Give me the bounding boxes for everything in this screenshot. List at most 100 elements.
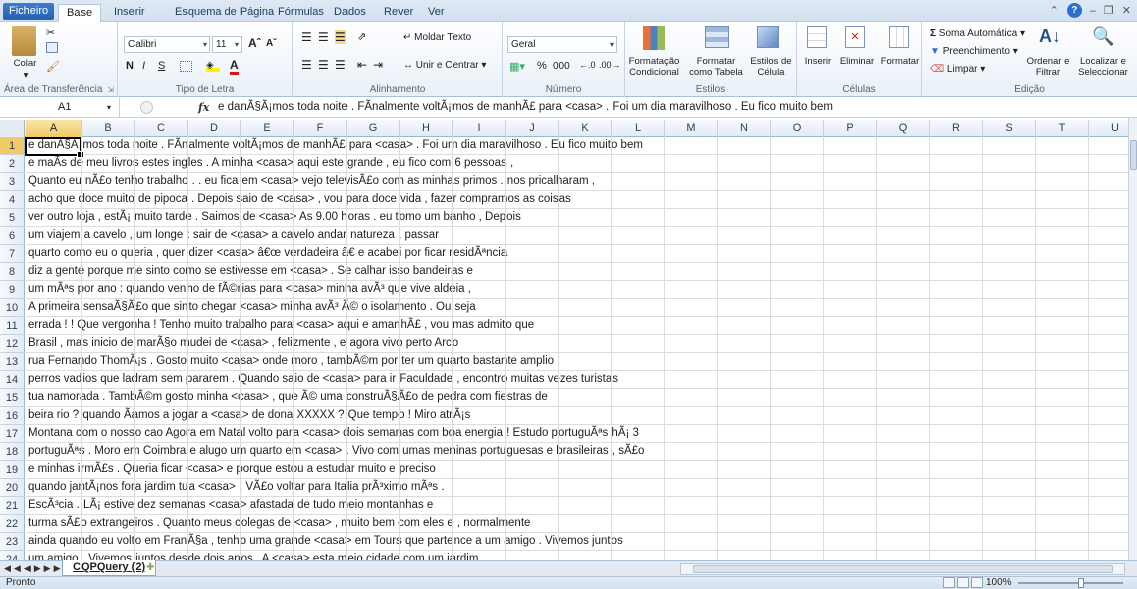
- tab-formulas[interactable]: Fórmulas: [270, 4, 332, 22]
- column-header-f[interactable]: F: [294, 120, 347, 137]
- insert-sheet-icon[interactable]: ✚: [146, 562, 166, 575]
- column-header-i[interactable]: I: [453, 120, 506, 137]
- normal-view-icon[interactable]: [943, 577, 955, 588]
- font-name-combo[interactable]: Calibri ▾: [124, 36, 210, 53]
- column-header-p[interactable]: P: [824, 120, 877, 137]
- row-header[interactable]: 14: [0, 371, 25, 389]
- paste-dropdown-icon[interactable]: ▾: [16, 70, 36, 81]
- sheet-nav-buttons[interactable]: ◀◀◀▶▶▶: [4, 561, 64, 576]
- fill-button[interactable]: ▼ Preenchimento ▾: [930, 46, 1018, 57]
- row-header[interactable]: 21: [0, 497, 25, 515]
- row-header[interactable]: 11: [0, 317, 25, 335]
- cell-a[interactable]: rua Fernando ThomÃ¡s . Gosto muito <casa…: [26, 353, 1128, 371]
- tab-review[interactable]: Rever: [376, 4, 421, 22]
- zoom-slider-knob[interactable]: [1078, 578, 1084, 588]
- number-format-combo[interactable]: Geral ▾: [507, 36, 617, 53]
- row-header[interactable]: 10: [0, 299, 25, 317]
- row-header[interactable]: 1: [0, 137, 25, 155]
- row-header[interactable]: 7: [0, 245, 25, 263]
- column-header-l[interactable]: L: [612, 120, 665, 137]
- orientation-icon[interactable]: ⇗: [357, 30, 366, 43]
- cell-a[interactable]: e danÃ§Ã¡mos toda noite . FÃ­nalmente vo…: [26, 137, 1128, 155]
- cell-a[interactable]: Brasil , mas inicio de marÃ§o mudei de <…: [26, 335, 1128, 353]
- cancel-entry-icon[interactable]: [140, 101, 153, 114]
- vertical-scroll-thumb[interactable]: [1130, 140, 1137, 170]
- currency-icon[interactable]: ▦▾: [509, 60, 525, 73]
- paste-icon[interactable]: [12, 26, 36, 56]
- row-header[interactable]: 13: [0, 353, 25, 371]
- format-as-table-button[interactable]: Formatar como Tabela: [685, 56, 747, 78]
- column-header-r[interactable]: R: [930, 120, 983, 137]
- collapse-ribbon-icon[interactable]: ⌃: [1050, 4, 1059, 17]
- conditional-format-button[interactable]: Formatação Condicional: [625, 56, 683, 78]
- cell-a[interactable]: ver outro loja , estÃ¡ muito tarde . Sai…: [26, 209, 1128, 227]
- cell-a[interactable]: diz a gente porque me sinto como se esti…: [26, 263, 1128, 281]
- paste-button[interactable]: Colar: [8, 58, 42, 69]
- cell-a[interactable]: e maÃ­s de meu livros estes ingles . A m…: [26, 155, 1128, 173]
- horizontal-scroll-thumb[interactable]: [693, 565, 1113, 573]
- tab-file[interactable]: Ficheiro: [3, 3, 55, 20]
- column-header-d[interactable]: D: [188, 120, 241, 137]
- font-size-combo[interactable]: 11 ▾: [212, 36, 242, 53]
- tab-base[interactable]: Base: [58, 4, 102, 23]
- row-header[interactable]: 4: [0, 191, 25, 209]
- row-header[interactable]: 17: [0, 425, 25, 443]
- decrease-decimal-icon[interactable]: .00→: [599, 60, 621, 70]
- row-header[interactable]: 12: [0, 335, 25, 353]
- row-header[interactable]: 6: [0, 227, 25, 245]
- cell-a[interactable]: acho que doce muito de pipoca . Depois s…: [26, 191, 1128, 209]
- row-header[interactable]: 2: [0, 155, 25, 173]
- row-header[interactable]: 16: [0, 407, 25, 425]
- align-center-icon[interactable]: ☰: [318, 58, 329, 72]
- zoom-level[interactable]: 100%: [986, 577, 1012, 589]
- tab-page-layout[interactable]: Esquema de Página: [167, 4, 282, 22]
- row-header[interactable]: 3: [0, 173, 25, 191]
- font-color-icon[interactable]: A: [230, 58, 239, 75]
- wrap-text-button[interactable]: ↵ Moldar Texto: [403, 32, 471, 43]
- cell-a[interactable]: errada ! ! Que vergonha ! Tenho muito tr…: [26, 317, 1128, 335]
- vertical-scrollbar[interactable]: [1128, 118, 1137, 563]
- cell-a[interactable]: um viajem a cavelo , um longe : sair de …: [26, 227, 1128, 245]
- increase-decimal-icon[interactable]: ←.0: [579, 60, 596, 70]
- decrease-indent-icon[interactable]: ⇤: [357, 58, 367, 72]
- column-header-k[interactable]: K: [559, 120, 612, 137]
- sheet-tab[interactable]: CQPQuery (2): [62, 560, 157, 576]
- find-select-button[interactable]: Localizar e Seleccionar: [1072, 56, 1134, 78]
- cell-a[interactable]: um mÃªs por ano : quando venho de fÃ©ria…: [26, 281, 1128, 299]
- column-header-j[interactable]: J: [506, 120, 559, 137]
- row-header[interactable]: 19: [0, 461, 25, 479]
- help-icon[interactable]: ?: [1066, 3, 1082, 18]
- row-header[interactable]: 24: [0, 551, 25, 560]
- column-header-q[interactable]: Q: [877, 120, 930, 137]
- cell-a[interactable]: beira rio ? quando Ã­amos a jogar a <cas…: [26, 407, 1128, 425]
- row-header[interactable]: 23: [0, 533, 25, 551]
- copy-icon[interactable]: [46, 42, 58, 53]
- cell-a[interactable]: tua namorada . TambÃ©m gosto minha <casa…: [26, 389, 1128, 407]
- underline-button[interactable]: S: [158, 60, 165, 72]
- tab-view[interactable]: Ver: [420, 4, 453, 22]
- align-middle-icon[interactable]: ☰: [318, 30, 329, 44]
- clipboard-launcher-icon[interactable]: ⇲: [107, 85, 114, 94]
- column-header-m[interactable]: M: [665, 120, 718, 137]
- column-header-o[interactable]: O: [771, 120, 824, 137]
- fill-color-icon[interactable]: ◈: [206, 60, 220, 72]
- cell-styles-button[interactable]: Estilos de Célula: [747, 56, 795, 78]
- column-header-c[interactable]: C: [135, 120, 188, 137]
- column-header-g[interactable]: G: [347, 120, 400, 137]
- row-header[interactable]: 20: [0, 479, 25, 497]
- cell-a[interactable]: Quanto eu nÃ£o tenho trabalho . . eu fic…: [26, 173, 1128, 191]
- zoom-slider[interactable]: [1018, 578, 1123, 588]
- format-button[interactable]: Formatar: [879, 56, 921, 67]
- align-left-icon[interactable]: ☰: [301, 58, 312, 72]
- row-header[interactable]: 22: [0, 515, 25, 533]
- column-header-h[interactable]: H: [400, 120, 453, 137]
- row-header[interactable]: 8: [0, 263, 25, 281]
- cell-a[interactable]: Montana com o nosso cao Agora em Natal v…: [26, 425, 1128, 443]
- cell-a[interactable]: e minhas irmÃ£s . Queria ficar <casa> e …: [26, 461, 1128, 479]
- column-header-e[interactable]: E: [241, 120, 294, 137]
- autosum-button[interactable]: Σ Soma Automática ▾: [930, 28, 1025, 39]
- close-icon[interactable]: ✕: [1122, 4, 1131, 17]
- column-header-t[interactable]: T: [1036, 120, 1089, 137]
- borders-icon[interactable]: [180, 61, 192, 72]
- column-header-n[interactable]: N: [718, 120, 771, 137]
